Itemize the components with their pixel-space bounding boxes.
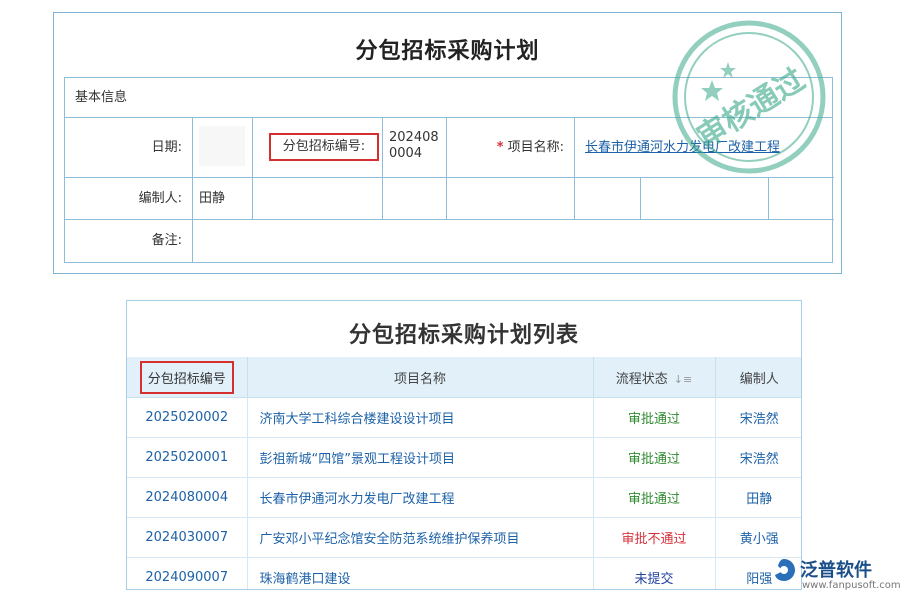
- required-mark: *: [497, 140, 504, 155]
- plan-form-panel: 分包招标采购计划 基本信息 日期: 分包招标编号: 202408 0004 * 项…: [53, 12, 842, 274]
- code-label: 分包招标编号:: [271, 133, 377, 161]
- row-status: 未提交: [593, 558, 715, 591]
- code-value: 202408 0004: [383, 118, 447, 178]
- brand-logo: 泛普软件 www.fanpusoft.com: [770, 556, 895, 596]
- row-status: 审批通过: [593, 438, 715, 478]
- form-title: 分包招标采购计划: [54, 33, 841, 65]
- code-label-cell: 分包招标编号:: [253, 118, 383, 178]
- row-code[interactable]: 2024030007: [127, 518, 247, 558]
- date-label: 日期:: [65, 118, 193, 178]
- table-row[interactable]: 2024090007珠海鹤港口建设未提交阳强: [127, 558, 802, 591]
- row-author: 黄小强: [715, 518, 802, 558]
- notes-label: 备注:: [65, 220, 193, 262]
- row-project-link[interactable]: 彭祖新城“四馆”景观工程设计项目: [247, 438, 593, 478]
- table-row[interactable]: 2025020002济南大学工科综合楼建设设计项目审批通过宋浩然: [127, 398, 802, 438]
- project-value-cell: 长春市伊通河水力发电厂改建工程: [575, 118, 834, 178]
- notes-field[interactable]: [193, 220, 834, 262]
- author-label: 编制人:: [65, 178, 193, 220]
- project-label: 项目名称:: [508, 140, 564, 155]
- row-status: 审批通过: [593, 398, 715, 438]
- row-author: 田静: [715, 478, 802, 518]
- row-project-link[interactable]: 济南大学工科综合楼建设设计项目: [247, 398, 593, 438]
- date-field[interactable]: [199, 126, 245, 166]
- project-link[interactable]: 长春市伊通河水力发电厂改建工程: [585, 140, 780, 155]
- row-code[interactable]: 2025020002: [127, 398, 247, 438]
- author-value: 田静: [193, 178, 253, 220]
- column-header-status[interactable]: 流程状态 ↓≡: [593, 357, 715, 398]
- list-title: 分包招标采购计划列表: [127, 317, 801, 349]
- plan-list-panel: 分包招标采购计划列表 分包招标编号 项目名称 流程状态 ↓≡ 编制人 202502…: [126, 300, 802, 590]
- project-label-cell: * 项目名称:: [447, 118, 575, 178]
- column-header-code[interactable]: 分包招标编号: [127, 357, 247, 398]
- row-project-link[interactable]: 广安邓小平纪念馆安全防范系统维护保养项目: [247, 518, 593, 558]
- sort-icon[interactable]: ↓≡: [674, 373, 692, 386]
- row-project-link[interactable]: 珠海鹤港口建设: [247, 558, 593, 591]
- empty-cell: [253, 178, 383, 220]
- basic-info-header: 基本信息: [65, 78, 832, 118]
- brand-logo-icon: [770, 556, 798, 584]
- code-header-highlight: 分包招标编号: [140, 361, 234, 394]
- table-row[interactable]: 2025020001彭祖新城“四馆”景观工程设计项目审批通过宋浩然: [127, 438, 802, 478]
- table-row[interactable]: 2024080004长春市伊通河水力发电厂改建工程审批通过田静: [127, 478, 802, 518]
- row-code[interactable]: 2024090007: [127, 558, 247, 591]
- empty-cell: [383, 178, 447, 220]
- row-status: 审批通过: [593, 478, 715, 518]
- row-status: 审批不通过: [593, 518, 715, 558]
- empty-cell: [575, 178, 641, 220]
- status-header-label: 流程状态: [616, 372, 668, 387]
- brand-url: www.fanpusoft.com: [802, 580, 900, 591]
- basic-info-section: 基本信息 日期: 分包招标编号: 202408 0004 * 项目名称: 长春市伊…: [64, 77, 833, 263]
- row-code[interactable]: 2025020001: [127, 438, 247, 478]
- row-author: 宋浩然: [715, 398, 802, 438]
- empty-cell: [769, 178, 834, 220]
- row-author: 宋浩然: [715, 438, 802, 478]
- row-code[interactable]: 2024080004: [127, 478, 247, 518]
- brand-name: 泛普软件: [800, 556, 872, 582]
- date-cell: [193, 118, 253, 178]
- table-row[interactable]: 2024030007广安邓小平纪念馆安全防范系统维护保养项目审批不通过黄小强: [127, 518, 802, 558]
- code-value-line2: 0004: [389, 146, 446, 162]
- row-project-link[interactable]: 长春市伊通河水力发电厂改建工程: [247, 478, 593, 518]
- code-value-line1: 202408: [389, 130, 446, 146]
- column-header-project[interactable]: 项目名称: [247, 357, 593, 398]
- column-header-author[interactable]: 编制人: [715, 357, 802, 398]
- empty-cell: [447, 178, 575, 220]
- empty-cell: [641, 178, 769, 220]
- table-header-row: 分包招标编号 项目名称 流程状态 ↓≡ 编制人: [127, 357, 802, 398]
- plan-list-table: 分包招标编号 项目名称 流程状态 ↓≡ 编制人 2025020002济南大学工科综…: [127, 357, 802, 590]
